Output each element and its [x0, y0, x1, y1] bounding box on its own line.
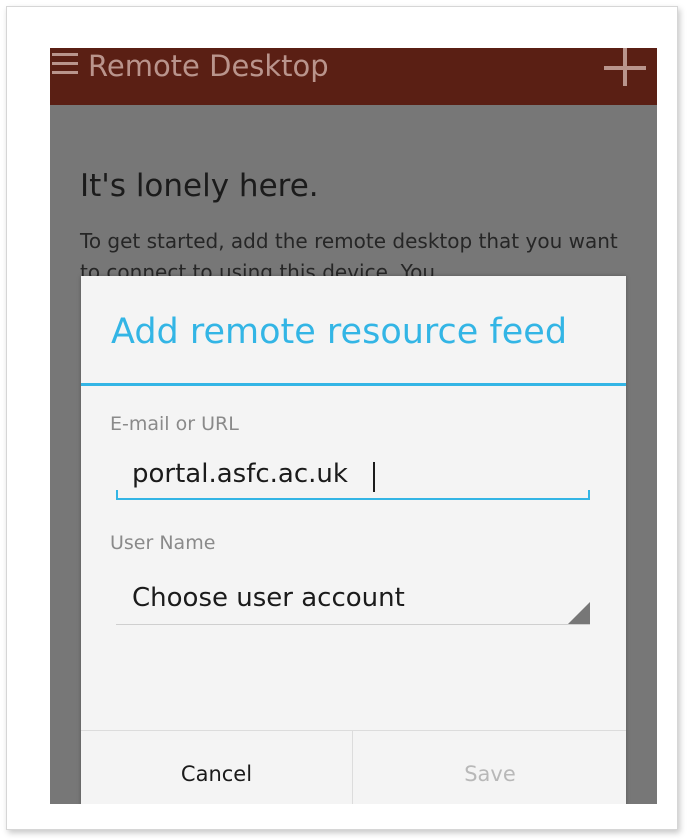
app-title: Remote Desktop [88, 49, 329, 83]
app-screen: Remote Desktop It's lonely here. To get … [50, 48, 657, 804]
add-feed-dialog: Add remote resource feed E-mail or URL U… [81, 276, 626, 804]
save-button[interactable]: Save [354, 731, 626, 804]
url-field-label: E-mail or URL [110, 413, 239, 435]
dialog-title-divider [81, 383, 626, 386]
url-input-edge-left [116, 490, 118, 500]
url-input-edge-right [588, 490, 590, 500]
cancel-button[interactable]: Cancel [81, 731, 353, 804]
dialog-title: Add remote resource feed [111, 312, 568, 352]
user-account-dropdown[interactable]: Choose user account [116, 574, 590, 625]
dialog-button-bar: Cancel Save [81, 730, 626, 804]
app-bar: Remote Desktop [50, 48, 657, 105]
text-caret [373, 462, 375, 492]
hamburger-menu-icon[interactable] [52, 53, 78, 79]
user-name-label: User Name [110, 532, 216, 554]
dropdown-arrow-icon [568, 602, 590, 624]
user-account-selected: Choose user account [132, 583, 405, 613]
empty-state-title: It's lonely here. [80, 168, 319, 204]
plus-icon[interactable] [602, 48, 648, 88]
url-input[interactable] [116, 450, 590, 500]
